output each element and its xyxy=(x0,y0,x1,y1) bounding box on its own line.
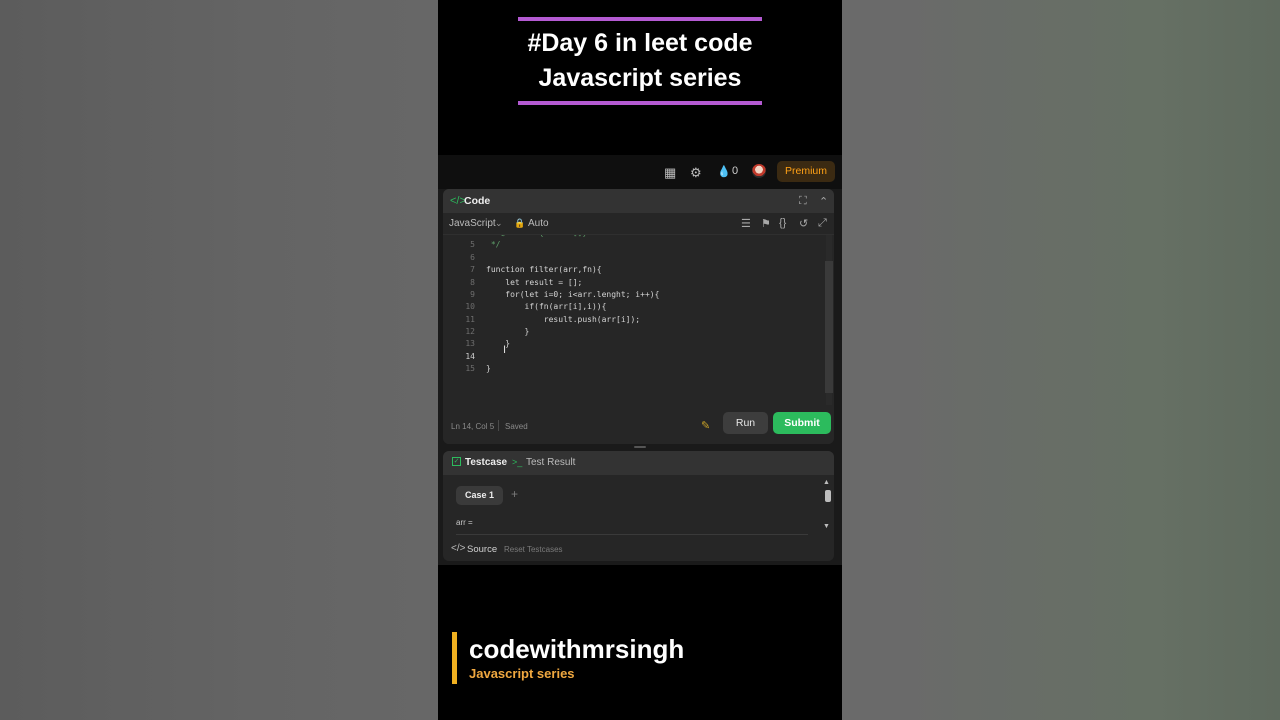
top-bar: ▦ ⚙ 💧 0 Premium xyxy=(438,155,842,189)
title-text: #Day 6 in leet code Javascript series xyxy=(498,26,782,96)
code-line: let result = []; xyxy=(486,278,583,287)
video-panel: #Day 6 in leet code Javascript series ▦ … xyxy=(438,0,842,720)
layout-icon[interactable]: ▦ xyxy=(664,165,676,181)
fullscreen-icon[interactable]: ⤢ xyxy=(818,217,827,230)
expand-icon[interactable]: ⛶ xyxy=(799,195,807,208)
line-number: 6 xyxy=(470,253,475,262)
avatar[interactable] xyxy=(752,164,766,178)
brand-overlay: codewithmrsingh Javascript series xyxy=(452,632,752,684)
scroll-down-icon[interactable]: ▼ xyxy=(823,523,830,530)
title-line-1: #Day 6 in leet code xyxy=(527,29,753,57)
collapse-icon[interactable]: ⌃ xyxy=(819,195,828,208)
code-line: * @return {number[]} xyxy=(486,235,587,237)
source-button[interactable]: Source xyxy=(467,544,497,555)
code-footer: Ln 14, Col 5 Saved ✎ Run Submit xyxy=(443,405,834,444)
line-number: 7 xyxy=(470,265,475,274)
reset-testcases-button[interactable]: Reset Testcases xyxy=(504,545,563,554)
gear-icon[interactable]: ⚙ xyxy=(690,165,702,181)
source-icon: </> xyxy=(451,543,466,554)
line-number: 10 xyxy=(465,302,475,311)
tab-testcase[interactable]: Testcase xyxy=(465,457,507,468)
leetcode-ui: ▦ ⚙ 💧 0 Premium </> Code ⛶ ⌃ JavaScript … xyxy=(438,155,842,565)
editor-toolbar: JavaScript ⌄ 🔒 Auto ☰ ⚑ {} ↺ ⤢ xyxy=(443,213,834,235)
auto-mode-label[interactable]: Auto xyxy=(528,218,549,229)
line-number: 5 xyxy=(470,240,475,249)
add-case-icon[interactable]: + xyxy=(511,487,518,501)
flame-icon[interactable]: 💧 xyxy=(717,165,731,178)
testcase-scrollbar[interactable] xyxy=(825,490,831,502)
code-line: result.push(arr[i]); xyxy=(486,315,641,324)
brand-accent-bar xyxy=(452,632,457,684)
premium-button[interactable]: Premium xyxy=(777,161,835,182)
scroll-up-icon[interactable]: ▲ xyxy=(823,479,830,486)
code-line: } xyxy=(486,327,530,336)
title-divider-bottom xyxy=(518,101,762,105)
tab-test-result[interactable]: Test Result xyxy=(526,457,575,468)
testcase-header: ✓ Testcase >_ Test Result xyxy=(443,451,834,475)
arr-input[interactable] xyxy=(456,529,808,535)
case-tab[interactable]: Case 1 xyxy=(456,486,503,505)
chevron-down-icon[interactable]: ⌄ xyxy=(495,218,503,229)
lock-icon: 🔒 xyxy=(514,218,526,228)
code-line: */ xyxy=(486,240,501,249)
title-line-2: Javascript series xyxy=(538,64,742,92)
line-number: 14 xyxy=(465,352,475,361)
line-number: 9 xyxy=(470,290,475,299)
code-editor[interactable]: 4 * @return {number[]} 5 */ 6 7 function… xyxy=(443,235,834,405)
code-panel-title: Code xyxy=(464,195,491,207)
testcase-panel: ✓ Testcase >_ Test Result Case 1 + arr =… xyxy=(443,451,834,561)
terminal-icon: >_ xyxy=(512,457,523,467)
streak-count: 0 xyxy=(732,165,739,177)
line-number: 12 xyxy=(465,327,475,336)
code-line: for(let i=0; i<arr.lenght; i++){ xyxy=(486,290,660,299)
bookmark-icon[interactable]: ⚑ xyxy=(761,217,771,230)
line-number: 13 xyxy=(465,339,475,348)
status-divider xyxy=(498,420,499,431)
braces-icon[interactable]: {} xyxy=(779,217,786,229)
format-icon[interactable]: ☰ xyxy=(741,217,751,230)
code-line: function filter(arr,fn){ xyxy=(486,265,602,274)
brand-name: codewithmrsingh xyxy=(469,634,685,664)
brand-subtitle: Javascript series xyxy=(469,666,575,681)
language-select[interactable]: JavaScript xyxy=(449,218,496,229)
arr-label: arr = xyxy=(456,518,473,527)
line-number: 8 xyxy=(470,278,475,287)
run-button[interactable]: Run xyxy=(723,412,768,434)
submit-button[interactable]: Submit xyxy=(773,412,831,434)
line-number: 4 xyxy=(443,235,475,237)
code-panel-header: </> Code ⛶ ⌃ xyxy=(443,189,834,213)
code-line: } xyxy=(486,364,491,373)
line-number: 15 xyxy=(465,364,475,373)
notes-icon[interactable]: ✎ xyxy=(701,419,710,432)
text-cursor-icon: I xyxy=(503,344,507,356)
panel-resize-handle[interactable] xyxy=(634,446,646,448)
reset-icon[interactable]: ↺ xyxy=(799,217,808,230)
saved-status: Saved xyxy=(505,422,528,431)
code-line: } xyxy=(486,339,511,348)
line-number: 11 xyxy=(465,315,475,324)
title-divider-top xyxy=(518,17,762,21)
title-overlay: #Day 6 in leet code Javascript series xyxy=(518,17,762,107)
cursor-position: Ln 14, Col 5 xyxy=(451,422,495,431)
editor-scrollbar[interactable] xyxy=(825,261,833,393)
checkbox-icon: ✓ xyxy=(452,457,461,466)
code-panel: </> Code ⛶ ⌃ JavaScript ⌄ 🔒 Auto ☰ ⚑ {} … xyxy=(443,189,834,444)
code-line: if(fn(arr[i],i)){ xyxy=(486,302,607,311)
